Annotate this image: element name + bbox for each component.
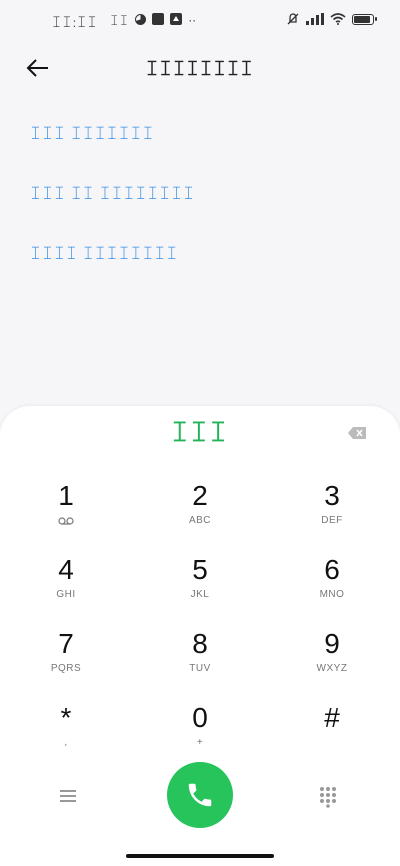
dialpad-grid-icon <box>320 787 336 808</box>
option-item-2[interactable]: ꀤꀤꀤ ꀤꀤ ꀤꀤꀤꀤꀤꀤꀤꀤ <box>30 180 195 240</box>
dialed-number: ꀤꀤꀤ <box>171 421 229 446</box>
upload-icon <box>170 13 183 25</box>
menu-icon <box>60 790 76 802</box>
voicemail-icon <box>58 517 74 525</box>
key-digit: 1 <box>58 480 74 511</box>
more-notifications-icon: ·· <box>188 13 197 27</box>
key-digit: 2 <box>192 480 208 511</box>
key-digit: 8 <box>192 628 208 659</box>
key-4[interactable]: 4 GHI <box>6 554 126 620</box>
key-digit: 9 <box>324 628 340 659</box>
option-item-1[interactable]: ꀤꀤꀤ ꀤꀤꀤꀤꀤꀤꀤ <box>30 120 195 180</box>
key-letters: DEF <box>321 515 343 526</box>
phone-icon <box>188 783 212 807</box>
app-square-icon <box>152 13 165 25</box>
key-9[interactable]: 9 WXYZ <box>272 628 392 694</box>
home-indicator[interactable] <box>126 854 274 858</box>
backspace-button[interactable] <box>348 426 366 439</box>
key-8[interactable]: 8 TUV <box>140 628 260 694</box>
key-letters: PQRS <box>50 663 82 674</box>
key-letters: + <box>196 737 204 748</box>
dialpad-actions <box>0 762 400 832</box>
option-item-3[interactable]: ꀤꀤꀤꀤ ꀤꀤꀤꀤꀤꀤꀤꀤ <box>30 240 195 300</box>
key-letters: GHI <box>56 589 76 600</box>
key-digit: # <box>324 702 340 733</box>
options-list: ꀤꀤꀤ ꀤꀤꀤꀤꀤꀤꀤ ꀤꀤꀤ ꀤꀤ ꀤꀤꀤꀤꀤꀤꀤꀤ ꀤꀤꀤꀤ ꀤꀤꀤꀤꀤꀤꀤ… <box>30 120 195 300</box>
key-0[interactable]: 0 + <box>140 702 260 768</box>
key-1[interactable]: 1 <box>6 480 126 546</box>
mute-icon <box>287 13 299 25</box>
key-digit: 5 <box>192 554 208 585</box>
key-3[interactable]: 3 DEF <box>272 480 392 546</box>
notification-text: ꀤꀤ <box>110 16 130 28</box>
key-digit: * <box>60 702 72 733</box>
key-digit: 7 <box>58 628 74 659</box>
key-letters: WXYZ <box>316 663 348 674</box>
key-6[interactable]: 6 MNO <box>272 554 392 620</box>
backspace-icon <box>348 427 366 439</box>
key-star[interactable]: * , <box>6 702 126 768</box>
menu-button[interactable] <box>58 788 82 808</box>
key-7[interactable]: 7 PQRS <box>6 628 126 694</box>
battery-icon <box>352 13 377 25</box>
key-letters: TUV <box>189 663 211 674</box>
keypad-toggle-button[interactable] <box>318 786 340 808</box>
key-digit: 3 <box>324 480 340 511</box>
dialpad-panel: ꀤꀤꀤ 1 2 ABC 3 DEF 4 GHI 5 JKL 6 MNO 7 PQ… <box>0 406 400 866</box>
key-hash[interactable]: # <box>272 702 392 768</box>
header: ꀤꀤꀤꀤꀤꀤꀤꀤ <box>0 48 400 88</box>
key-letters: ABC <box>188 515 212 526</box>
key-5[interactable]: 5 JKL <box>140 554 260 620</box>
page-title: ꀤꀤꀤꀤꀤꀤꀤꀤ <box>146 62 254 79</box>
status-indicators <box>286 12 377 26</box>
key-digit: 0 <box>192 702 208 733</box>
wifi-icon <box>330 13 346 25</box>
key-digit: 6 <box>324 554 340 585</box>
key-letters: MNO <box>319 589 345 600</box>
call-button[interactable] <box>167 762 233 828</box>
key-letters: JKL <box>190 589 210 600</box>
key-2[interactable]: 2 ABC <box>140 480 260 546</box>
status-time: ꀤꀤ:ꀤꀤ <box>52 16 98 30</box>
status-bar: ꀤꀤ:ꀤꀤ ꀤꀤ ·· <box>0 0 400 44</box>
pie-icon <box>135 13 147 25</box>
signal-icon <box>306 13 324 25</box>
notification-icons: ꀤꀤ ·· <box>110 13 197 28</box>
key-letters: , <box>64 737 68 748</box>
key-digit: 4 <box>58 554 74 585</box>
